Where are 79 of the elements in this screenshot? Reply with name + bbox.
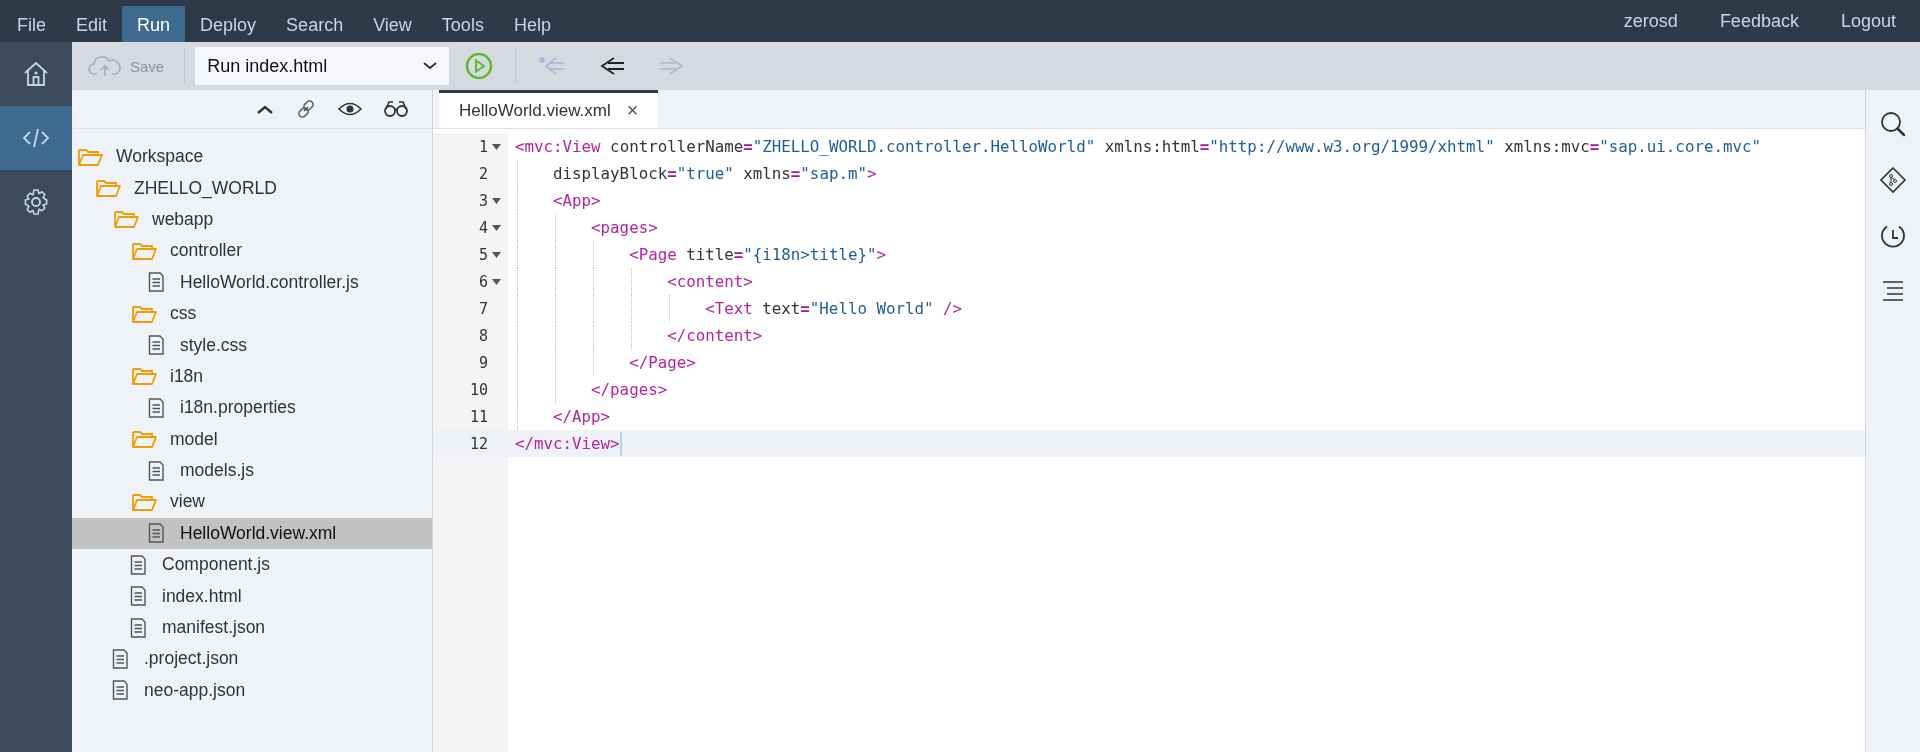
- tree-item[interactable]: manifest.json: [72, 611, 432, 644]
- tree-item[interactable]: neo-app.json: [72, 674, 432, 707]
- run-config-dropdown[interactable]: Run index.html: [195, 47, 450, 85]
- line-number: 9: [478, 353, 488, 372]
- tree-item[interactable]: model: [72, 423, 432, 455]
- collapse-icon[interactable]: [256, 104, 274, 114]
- code-line: <mvc:View controllerName="ZHELLO_WORLD.controller.HelloWorld" xmlns:html="http://www.w3.org/1999/xhtml" xmlns:mvc="sap.ui.core.mvc": [514, 137, 1761, 156]
- line-number: 8: [478, 326, 488, 345]
- tree-item[interactable]: view: [72, 486, 432, 518]
- chevron-down-icon: [423, 62, 438, 70]
- line-number: 2: [478, 164, 488, 183]
- document-icon: [112, 648, 129, 669]
- document-icon: [148, 272, 165, 293]
- document-icon: [130, 554, 147, 575]
- tree-item[interactable]: i18n: [72, 360, 432, 393]
- user-name[interactable]: zerosd: [1595, 0, 1692, 42]
- tree-item[interactable]: HelloWorld.controller.js: [72, 266, 432, 298]
- tree-item[interactable]: models.js: [72, 454, 432, 487]
- close-button[interactable]: ×: [626, 99, 639, 122]
- fold-caret-icon[interactable]: [491, 224, 501, 231]
- document-icon: [148, 523, 165, 544]
- play-circle-icon: [465, 52, 494, 80]
- search-icon[interactable]: [1879, 110, 1907, 138]
- tree-item[interactable]: css: [72, 297, 432, 330]
- document-icon: [148, 397, 165, 418]
- open-folder-icon: [114, 209, 139, 230]
- fold-caret-icon[interactable]: [491, 197, 501, 204]
- tree-item[interactable]: Workspace: [72, 141, 432, 173]
- document-icon: [130, 586, 147, 607]
- line-number: 10: [469, 380, 488, 399]
- line-number: 12: [469, 434, 488, 453]
- open-folder-icon: [78, 146, 103, 167]
- menu-item[interactable]: Tools: [426, 6, 499, 42]
- editor-tab[interactable]: HelloWorld.view.xml ×: [439, 90, 659, 128]
- binoculars-icon[interactable]: [384, 100, 408, 118]
- line-number: 3: [478, 191, 488, 210]
- document-icon: [148, 460, 165, 481]
- menu-item[interactable]: Edit: [61, 6, 123, 42]
- menu-item[interactable]: View: [358, 6, 427, 42]
- open-folder-icon: [132, 429, 157, 450]
- cloud-upload-icon: [88, 55, 122, 77]
- tree-item[interactable]: ZHELLO_WORLD: [72, 172, 432, 204]
- eye-icon[interactable]: [338, 101, 362, 117]
- open-folder-icon: [132, 492, 157, 512]
- tree-item[interactable]: style.css: [72, 329, 432, 361]
- tree-item[interactable]: webapp: [72, 203, 432, 236]
- line-number: 5: [478, 245, 488, 264]
- tree-item[interactable]: HelloWorld.view.xml: [72, 517, 432, 550]
- line-number: 7: [478, 299, 488, 318]
- line-number: 11: [469, 407, 488, 426]
- tree-item[interactable]: controller: [72, 235, 432, 267]
- document-icon: [130, 617, 147, 638]
- document-icon: [112, 680, 129, 701]
- fold-caret-icon[interactable]: [491, 143, 501, 150]
- open-folder-icon: [132, 366, 157, 387]
- menu-item[interactable]: Run: [122, 6, 186, 42]
- fold-caret-icon[interactable]: [491, 278, 501, 285]
- header-link[interactable]: Feedback: [1691, 0, 1813, 42]
- sidebar-button[interactable]: [0, 106, 72, 170]
- menu-item[interactable]: File: [2, 6, 61, 42]
- open-folder-icon: [132, 303, 157, 324]
- menu-item[interactable]: Deploy: [185, 6, 272, 42]
- fold-caret-icon[interactable]: [491, 251, 501, 258]
- tree-item[interactable]: .project.json: [72, 643, 432, 675]
- tree-item[interactable]: i18n.properties: [72, 392, 432, 424]
- code-line: </mvc:View>: [508, 431, 622, 456]
- menu-item[interactable]: Search: [271, 6, 359, 42]
- open-folder-icon: [132, 240, 157, 261]
- line-number: 6: [478, 272, 488, 291]
- menu-item[interactable]: Help: [498, 6, 566, 42]
- git-diamond-icon[interactable]: [1879, 166, 1907, 194]
- open-folder-icon: [96, 178, 121, 199]
- document-icon: [148, 335, 165, 356]
- header-link[interactable]: Logout: [1812, 0, 1920, 42]
- tree-item[interactable]: index.html: [72, 580, 432, 612]
- tree-item[interactable]: Component.js: [72, 549, 432, 581]
- line-number: 1: [478, 137, 488, 156]
- line-number: 4: [478, 218, 488, 237]
- link-icon[interactable]: [296, 99, 316, 119]
